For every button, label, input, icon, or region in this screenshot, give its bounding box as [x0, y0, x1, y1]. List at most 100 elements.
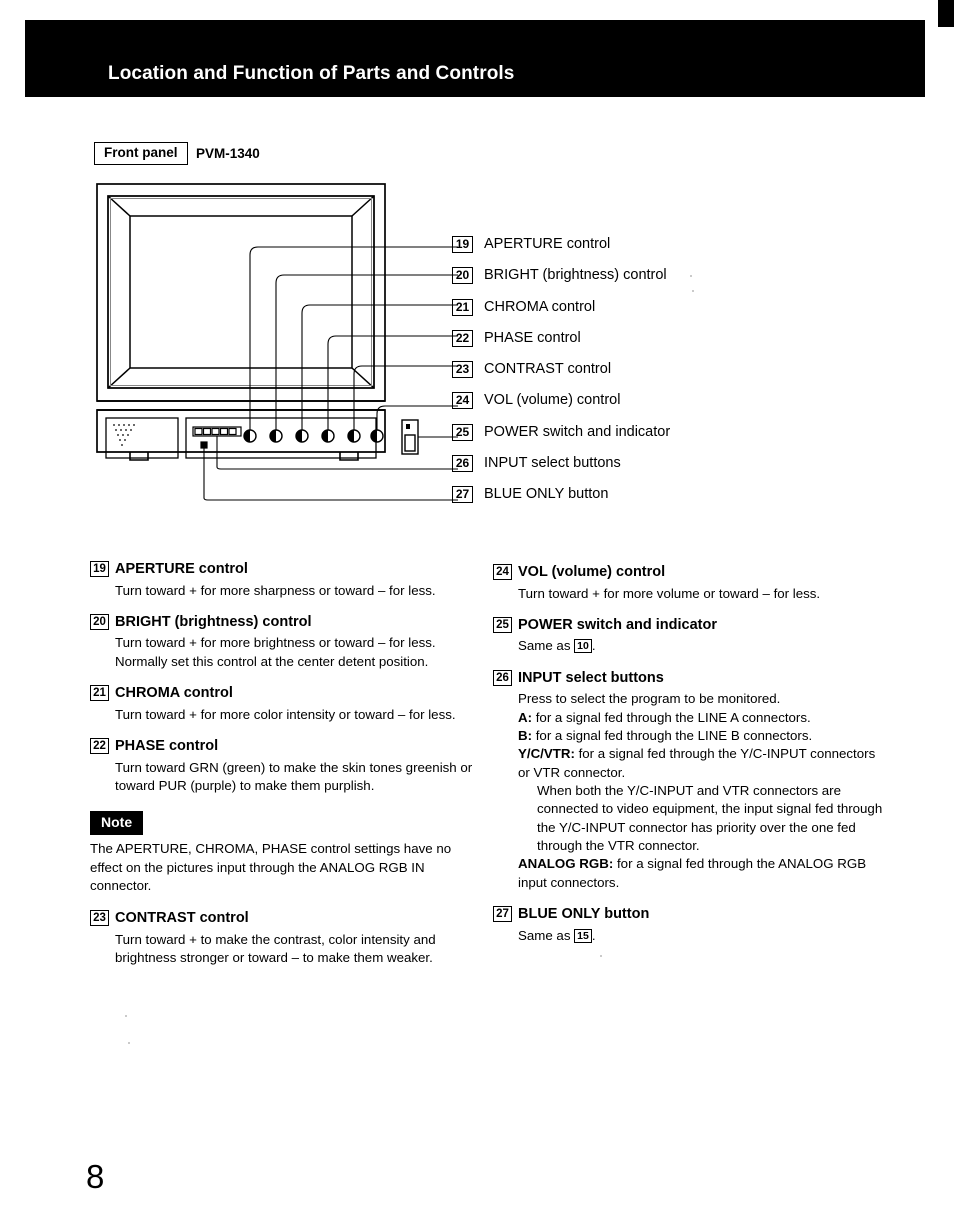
entry-paragraph: Normally set this control at the center … [115, 653, 429, 669]
callout-item: 19 APERTURE control [452, 236, 752, 267]
entry-vol: 24 VOL (volume) control Turn toward + fo… [493, 563, 885, 603]
entry-body: Turn toward + for more volume or toward … [493, 585, 885, 603]
callout-number: 21 [452, 298, 473, 316]
callout-number: 24 [452, 392, 473, 410]
entry-body: Press to select the program to be monito… [493, 690, 885, 892]
input-option-a: A: for a signal fed through the LINE A c… [518, 709, 885, 727]
entry-number: 26 [493, 669, 512, 686]
entry-body: Turn toward + for more sharpness or towa… [90, 582, 480, 600]
callout-number: 23 [452, 361, 473, 379]
entry-paragraph: Turn toward + for more color intensity o… [115, 706, 456, 722]
input-ycvtr-note: When both the Y/C-INPUT and VTR connecto… [537, 783, 883, 854]
entry-number: 27 [493, 906, 512, 923]
callout-item: 20 BRIGHT (brightness) control [452, 267, 752, 298]
input-option-b-label: B: [518, 728, 533, 744]
model-number: PVM-1340 [196, 146, 260, 161]
entry-title: CONTRAST control [115, 910, 249, 927]
right-text-column: 24 VOL (volume) control Turn toward + fo… [493, 563, 885, 958]
entry-title: CHROMA control [115, 685, 233, 702]
entry-phase: 22 PHASE control Turn toward GRN (green)… [90, 737, 480, 795]
note-badge: Note [90, 811, 144, 836]
entry-title: BRIGHT (brightness) control [115, 613, 312, 630]
callout-item: 23 CONTRAST control [452, 361, 752, 392]
entry-paragraph: Same as 10. [518, 637, 885, 655]
entry-contrast: 23 CONTRAST control Turn toward + to mak… [90, 909, 480, 967]
same-as-suffix: . [591, 638, 596, 654]
entry-heading: 21 CHROMA control [90, 684, 480, 704]
cross-reference-number: 15 [574, 928, 592, 943]
entry-heading: 19 APERTURE control [90, 560, 480, 580]
callout-item: 21 CHROMA control [452, 298, 752, 330]
scan-speck [692, 290, 694, 292]
callout-number: 19 [452, 236, 473, 253]
entry-heading: 25 POWER switch and indicator [493, 616, 885, 636]
input-option-rgb: ANALOG RGB: for a signal fed through the… [518, 855, 885, 892]
page-header-bar [25, 20, 925, 97]
entry-number: 23 [90, 910, 109, 927]
entry-power: 25 POWER switch and indicator Same as 10… [493, 616, 885, 656]
same-as-prefix: Same as [518, 638, 575, 654]
callout-item: 25 POWER switch and indicator [452, 423, 752, 455]
entry-paragraph: Turn toward + to make the contrast, colo… [115, 931, 436, 966]
entry-body: Turn toward + for more color intensity o… [90, 706, 480, 724]
note-text: The APERTURE, CHROMA, PHASE control sett… [90, 841, 452, 893]
entry-body: Turn toward + for more brightness or tow… [90, 634, 480, 671]
callout-item: 27 BLUE ONLY button [452, 486, 752, 517]
entry-number: 19 [90, 561, 109, 577]
entry-title: BLUE ONLY button [518, 906, 650, 923]
entry-heading: 26 INPUT select buttons [493, 669, 885, 689]
callout-label: INPUT select buttons [484, 455, 621, 472]
left-text-column: 19 APERTURE control Turn toward + for mo… [90, 560, 480, 980]
entry-input-select: 26 INPUT select buttons Press to select … [493, 669, 885, 892]
entry-title: APERTURE control [115, 561, 248, 577]
entry-title: POWER switch and indicator [518, 616, 717, 633]
input-option-b-text: for a signal fed through the LINE B conn… [532, 728, 813, 744]
input-option-a-label: A: [518, 709, 533, 725]
callout-label: CONTRAST control [484, 361, 612, 378]
front-panel-label-box: Front panel [94, 142, 188, 165]
entry-heading: 22 PHASE control [90, 737, 480, 757]
callout-number: 27 [452, 486, 473, 504]
scan-speck [125, 1015, 127, 1017]
entry-number: 24 [493, 564, 512, 580]
entry-body: Turn toward GRN (green) to make the skin… [90, 759, 480, 796]
entry-chroma: 21 CHROMA control Turn toward + for more… [90, 684, 480, 724]
entry-number: 20 [90, 613, 109, 630]
entry-bright: 20 BRIGHT (brightness) control Turn towa… [90, 613, 480, 671]
entry-body: Turn toward + to make the contrast, colo… [90, 931, 480, 968]
cross-reference-number: 10 [574, 639, 592, 654]
callout-label: POWER switch and indicator [484, 423, 671, 440]
callout-label: VOL (volume) control [484, 392, 621, 409]
entry-number: 22 [90, 738, 109, 755]
entry-heading: 27 BLUE ONLY button [493, 905, 885, 925]
callout-number: 22 [452, 329, 473, 347]
entry-title: VOL (volume) control [518, 564, 666, 580]
callout-item: 22 PHASE control [452, 329, 752, 361]
entry-paragraph: Turn toward + for more brightness or tow… [115, 635, 436, 651]
same-as-prefix: Same as [518, 927, 575, 943]
callout-label: CHROMA control [484, 298, 596, 315]
entry-paragraph: Turn toward + for more volume or toward … [518, 585, 821, 601]
scan-speck [128, 1042, 130, 1044]
entry-number: 25 [493, 616, 512, 633]
entry-heading: 24 VOL (volume) control [493, 563, 885, 583]
input-option-ycvtr-label: Y/C/VTR: [518, 746, 575, 762]
same-as-suffix: . [591, 927, 596, 943]
input-option-ycvtr: Y/C/VTR: for a signal fed through the Y/… [518, 745, 885, 782]
callout-label: PHASE control [484, 329, 581, 346]
entry-blue-only: 27 BLUE ONLY button Same as 15. [493, 905, 885, 945]
note-block: Note The APERTURE, CHROMA, PHASE control… [90, 811, 480, 895]
callout-number: 26 [452, 455, 473, 473]
input-option-a-text: for a signal fed through the LINE A conn… [532, 709, 811, 725]
callout-number: 20 [452, 267, 473, 285]
input-option-rgb-label: ANALOG RGB: [518, 856, 614, 872]
entry-paragraph: Same as 15. [518, 927, 885, 945]
scan-speck [690, 275, 692, 277]
scan-artifact [938, 0, 954, 27]
callout-item: 26 INPUT select buttons [452, 455, 752, 486]
entry-heading: 20 BRIGHT (brightness) control [90, 613, 480, 633]
entry-title: PHASE control [115, 738, 219, 755]
callout-number: 25 [452, 423, 473, 441]
callout-list: 19 APERTURE control 20 BRIGHT (brightnes… [452, 236, 752, 518]
entry-title: INPUT select buttons [518, 669, 664, 686]
